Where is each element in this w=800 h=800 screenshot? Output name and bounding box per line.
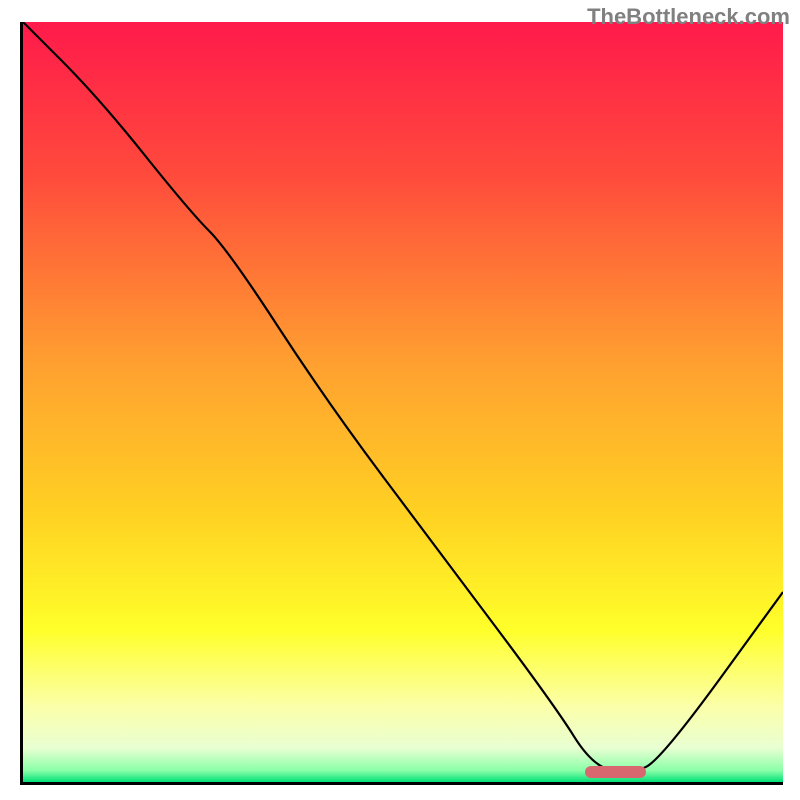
bottleneck-curve: [23, 22, 783, 782]
chart-plot-area: [20, 22, 783, 785]
watermark-text: TheBottleneck.com: [587, 4, 790, 30]
optimal-marker: [585, 766, 646, 778]
